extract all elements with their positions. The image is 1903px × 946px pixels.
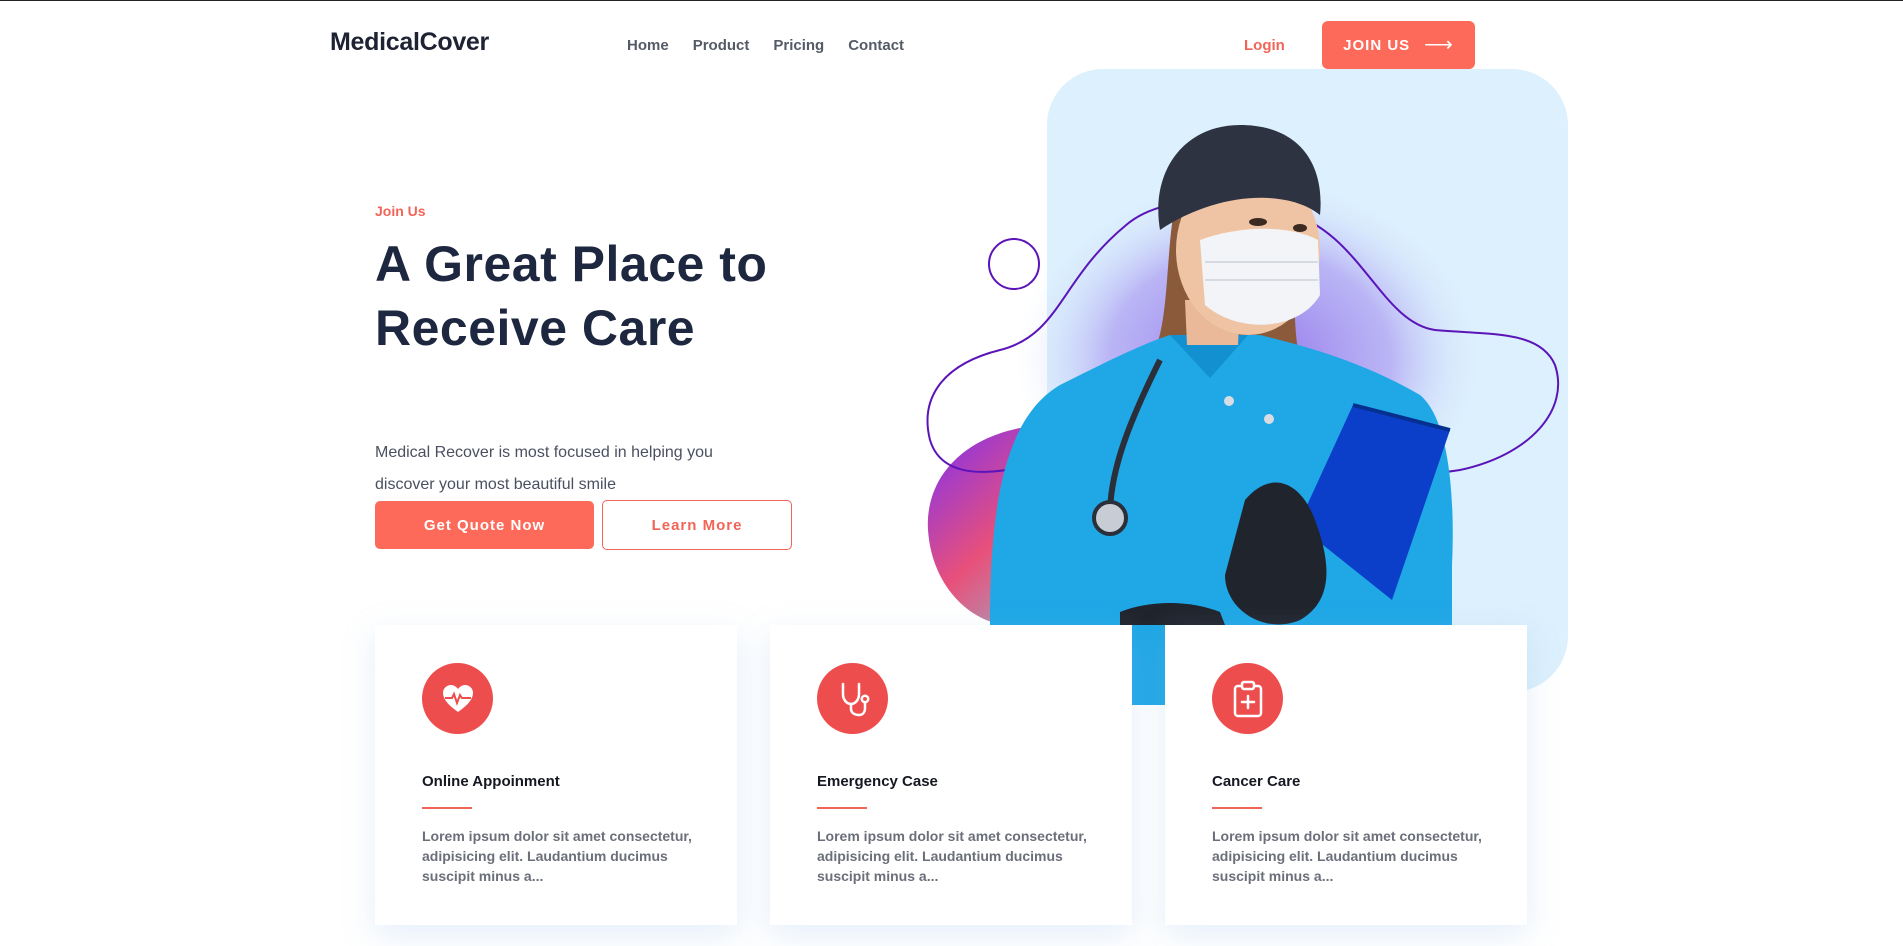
clipboard-plus-icon — [1212, 663, 1283, 734]
feature-text: Lorem ipsum dolor sit amet consectetur, … — [422, 828, 692, 884]
nav-item-home[interactable]: Home — [627, 37, 669, 54]
hero-image-panel — [1047, 69, 1568, 692]
get-quote-button[interactable]: Get Quote Now — [375, 501, 594, 549]
join-us-button[interactable]: JOIN US ⟶ — [1322, 21, 1475, 69]
title-divider — [422, 807, 472, 809]
nav-item-product[interactable]: Product — [693, 37, 750, 54]
feature-card-online-appointment: Online Appoinment Lorem ipsum dolor sit … — [375, 625, 737, 925]
window-top-border — [0, 0, 1903, 1]
stethoscope-icon — [817, 663, 888, 734]
main-nav: Home Product Pricing Contact — [627, 37, 904, 54]
join-us-label: JOIN US — [1343, 36, 1411, 54]
title-divider — [1212, 807, 1262, 809]
hero-eyebrow: Join Us — [375, 203, 426, 219]
feature-card-emergency-case: Emergency Case Lorem ipsum dolor sit ame… — [770, 625, 1132, 925]
hero-description: Medical Recover is most focused in helpi… — [375, 444, 713, 493]
arrow-right-icon: ⟶ — [1424, 34, 1454, 56]
hero-title: A Great Place to Receive Care — [375, 236, 768, 356]
feature-title: Emergency Case — [817, 773, 938, 790]
login-link[interactable]: Login — [1244, 37, 1285, 54]
outline-circle — [988, 238, 1040, 290]
feature-title: Online Appoinment — [422, 773, 560, 790]
nav-item-contact[interactable]: Contact — [848, 37, 904, 54]
title-divider — [817, 807, 867, 809]
learn-more-button[interactable]: Learn More — [602, 500, 792, 550]
feature-text: Lorem ipsum dolor sit amet consectetur, … — [817, 828, 1087, 884]
feature-card-cancer-care: Cancer Care Lorem ipsum dolor sit amet c… — [1165, 625, 1527, 925]
brand-logo[interactable]: MedicalCover — [330, 28, 489, 57]
feature-title: Cancer Care — [1212, 773, 1301, 790]
nav-item-pricing[interactable]: Pricing — [773, 37, 824, 54]
heart-pulse-icon — [422, 663, 493, 734]
feature-text: Lorem ipsum dolor sit amet consectetur, … — [1212, 828, 1482, 884]
